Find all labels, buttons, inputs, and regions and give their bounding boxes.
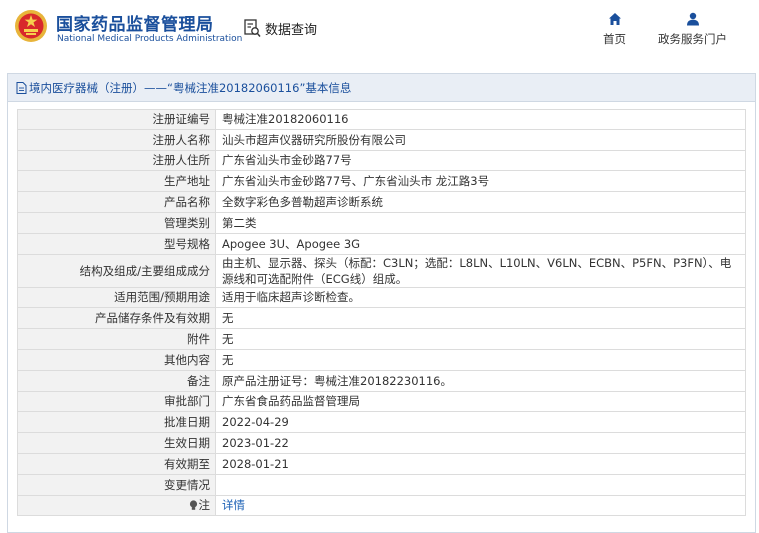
row-label: 生产地址 bbox=[18, 171, 216, 192]
row-label: 适用范围/预期用途 bbox=[18, 287, 216, 308]
row-label: 产品储存条件及有效期 bbox=[18, 308, 216, 329]
table-row: 生产地址 广东省汕头市金砂路77号、广东省汕头市 龙江路3号 bbox=[17, 171, 746, 193]
row-label: 产品名称 bbox=[18, 192, 216, 212]
row-value: 第二类 bbox=[222, 215, 257, 230]
panel-title: 境内医疗器械（注册）——“粤械注准20182060116”基本信息 bbox=[29, 80, 352, 95]
row-label: 有效期至 bbox=[18, 453, 216, 474]
table-row: 产品名称 全数字彩色多普勒超声诊断系统 bbox=[17, 192, 746, 213]
document-icon bbox=[16, 81, 27, 94]
row-label: 变更情况 bbox=[18, 474, 216, 495]
panel-title-bar: 境内医疗器械（注册）——“粤械注准20182060116”基本信息 bbox=[8, 74, 755, 102]
table-row: 产品储存条件及有效期 无 bbox=[17, 308, 746, 330]
table-row: 注册人住所 广东省汕头市金砂路77号 bbox=[17, 150, 746, 172]
row-value: 详情 bbox=[216, 496, 745, 516]
table-row: 结构及组成/主要组成成分 由主机、显示器、探头（标配：C3LN；选配：L8LN、… bbox=[17, 254, 746, 288]
table-row: 适用范围/预期用途 适用于临床超声诊断检查。 bbox=[17, 287, 746, 309]
row-value: 广东省汕头市金砂路77号、广东省汕头市 龙江路3号 bbox=[222, 174, 490, 189]
note-label: 注 bbox=[198, 498, 211, 513]
row-label: 注册人名称 bbox=[18, 129, 216, 150]
site-header: 国家药品监督管理局 National Medical Products Admi… bbox=[0, 0, 759, 60]
row-label: 管理类别 bbox=[18, 212, 216, 233]
table-row: 注册证编号 粤械注准20182060116 bbox=[17, 109, 746, 130]
table-row: 管理类别 第二类 bbox=[17, 212, 746, 234]
row-value: 由主机、显示器、探头（标配：C3LN；选配：L8LN、L10LN、V6LN、EC… bbox=[222, 255, 732, 286]
nav-service-portal[interactable]: 政务服务门户 bbox=[658, 12, 727, 47]
nav-portal-label: 政务服务门户 bbox=[658, 32, 727, 46]
table-row: 型号规格 Apogee 3U、Apogee 3G bbox=[17, 233, 746, 255]
basic-info-panel: 境内医疗器械（注册）——“粤械注准20182060116”基本信息 注册证编号 … bbox=[7, 73, 756, 533]
user-icon bbox=[686, 12, 699, 26]
row-value: 无 bbox=[222, 332, 234, 347]
row-value: 广东省汕头市金砂路77号 bbox=[222, 153, 352, 168]
row-label: 结构及组成/主要组成成分 bbox=[18, 254, 216, 287]
row-value: 广东省食品药品监督管理局 bbox=[222, 394, 360, 409]
row-label: 生效日期 bbox=[18, 433, 216, 453]
row-value: 2022-04-29 bbox=[222, 415, 289, 430]
table-row: 注 详情 bbox=[17, 495, 746, 517]
brand-title-cn: 国家药品监督管理局 bbox=[56, 15, 214, 35]
document-search-icon bbox=[244, 18, 261, 37]
row-value: 原产品注册证号：粤械注准20182230116。 bbox=[222, 373, 452, 388]
table-row: 注册人名称 汕头市超声仪器研究所股份有限公司 bbox=[17, 129, 746, 151]
table-row: 变更情况 bbox=[17, 474, 746, 496]
row-value: 适用于临床超声诊断检查。 bbox=[222, 290, 360, 305]
brand-title-en: National Medical Products Administration bbox=[57, 34, 243, 44]
row-label: 批准日期 bbox=[18, 412, 216, 433]
table-row: 备注 原产品注册证号：粤械注准20182230116。 bbox=[17, 370, 746, 392]
details-link[interactable]: 详情 bbox=[222, 497, 245, 513]
nav-home-label: 首页 bbox=[603, 32, 626, 46]
row-label: 附件 bbox=[18, 329, 216, 349]
row-value bbox=[216, 475, 745, 495]
row-label: 注册人住所 bbox=[18, 150, 216, 171]
national-emblem-logo bbox=[15, 10, 47, 42]
row-label: 其他内容 bbox=[18, 349, 216, 370]
row-label: 审批部门 bbox=[18, 391, 216, 412]
home-icon bbox=[608, 13, 621, 25]
row-value: 无 bbox=[222, 352, 234, 367]
table-row: 附件 无 bbox=[17, 329, 746, 350]
table-row: 其他内容 无 bbox=[17, 349, 746, 371]
data-query-link[interactable]: 数据查询 bbox=[244, 17, 317, 39]
lightbulb-icon bbox=[189, 500, 197, 510]
info-table: 注册证编号 粤械注准20182060116 注册人名称 汕头市超声仪器研究所股份… bbox=[17, 109, 746, 517]
row-value: Apogee 3U、Apogee 3G bbox=[222, 236, 361, 251]
row-value: 粤械注准20182060116 bbox=[222, 112, 349, 127]
row-value: 汕头市超声仪器研究所股份有限公司 bbox=[222, 132, 406, 147]
table-row: 批准日期 2022-04-29 bbox=[17, 412, 746, 434]
row-value: 全数字彩色多普勒超声诊断系统 bbox=[222, 195, 383, 210]
row-value: 无 bbox=[222, 311, 234, 326]
row-label: 型号规格 bbox=[18, 233, 216, 254]
note-label-cell: 注 bbox=[18, 495, 216, 516]
data-query-label: 数据查询 bbox=[265, 22, 318, 38]
table-row: 审批部门 广东省食品药品监督管理局 bbox=[17, 391, 746, 413]
nav-home[interactable]: 首页 bbox=[603, 12, 626, 47]
table-row: 有效期至 2028-01-21 bbox=[17, 453, 746, 475]
row-label: 备注 bbox=[18, 370, 216, 391]
row-value: 2028-01-21 bbox=[222, 456, 289, 471]
table-row: 生效日期 2023-01-22 bbox=[17, 433, 746, 454]
row-value: 2023-01-22 bbox=[222, 436, 289, 451]
row-label: 注册证编号 bbox=[18, 110, 216, 129]
